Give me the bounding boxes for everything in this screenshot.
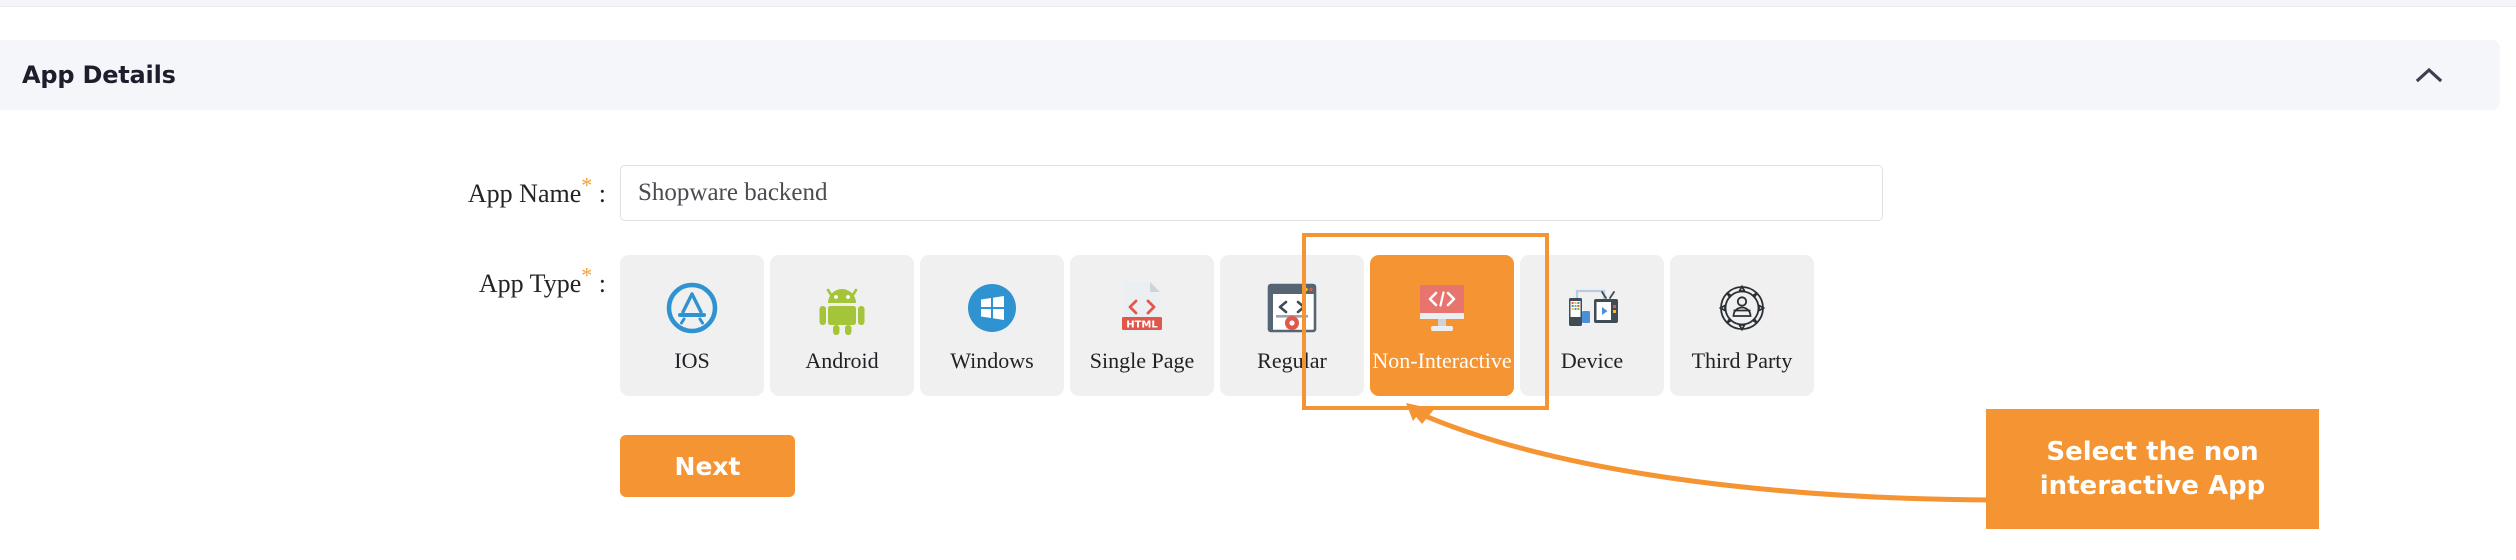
app-name-input[interactable]: Shopware backend (620, 165, 1883, 221)
ios-appstore-icon (661, 277, 723, 339)
device-phone-tv-icon (1561, 277, 1623, 339)
app-type-tile-ios[interactable]: IOS (620, 255, 764, 396)
app-type-label-single-page: Single Page (1089, 348, 1195, 373)
required-asterisk: * (581, 262, 593, 288)
app-type-label-ios: IOS (674, 348, 710, 373)
required-asterisk: * (581, 172, 593, 198)
svg-text:HTML: HTML (1126, 319, 1158, 330)
app-name-row: App Name* : Shopware backend (0, 165, 1883, 223)
monitor-code-icon (1411, 277, 1473, 339)
app-type-label-third-party: Third Party (1691, 348, 1793, 373)
chevron-up-glyph (2416, 67, 2442, 83)
app-type-label-regular: Regular (1257, 348, 1327, 373)
app-type-tile-group: IOS Android Windows HTML Single Page Reg… (620, 255, 1814, 396)
app-name-label: App Name* : (0, 165, 620, 223)
app-name-colon: : (598, 179, 606, 208)
android-robot-icon (811, 277, 873, 339)
app-type-tile-single-page[interactable]: HTML Single Page (1070, 255, 1214, 396)
app-details-panel-header[interactable]: App Details (0, 40, 2500, 110)
app-type-tile-device[interactable]: Device (1520, 255, 1664, 396)
next-button[interactable]: Next (620, 435, 795, 497)
app-type-colon: : (598, 269, 606, 298)
app-type-label-windows: Windows (950, 348, 1034, 373)
chevron-up-icon[interactable] (2410, 56, 2448, 94)
app-type-row: App Type* : IOS Android Windows HTML Sin… (0, 255, 1814, 396)
page-title: App Details (22, 61, 176, 89)
app-type-label-android: Android (805, 348, 879, 373)
app-type-label-device: Device (1560, 348, 1624, 373)
app-type-label-text: App Type (478, 269, 582, 298)
app-name-label-text: App Name (467, 179, 582, 208)
app-type-tile-third-party[interactable]: Third Party (1670, 255, 1814, 396)
app-type-tile-regular[interactable]: Regular (1220, 255, 1364, 396)
app-type-label: App Type* : (0, 255, 620, 313)
app-type-label-non-interactive: Non-Interactive (1372, 348, 1512, 373)
app-type-tile-android[interactable]: Android (770, 255, 914, 396)
browser-code-gear-icon (1261, 277, 1323, 339)
app-type-tile-windows[interactable]: Windows (920, 255, 1064, 396)
html-document-icon: HTML (1111, 277, 1173, 339)
top-strip (0, 0, 2516, 7)
annotation-callout: Select the non interactive App (1986, 409, 2319, 529)
windows-logo-icon (961, 277, 1023, 339)
app-type-tile-non-interactive[interactable]: Non-Interactive (1370, 255, 1514, 396)
gear-person-icon (1711, 277, 1773, 339)
